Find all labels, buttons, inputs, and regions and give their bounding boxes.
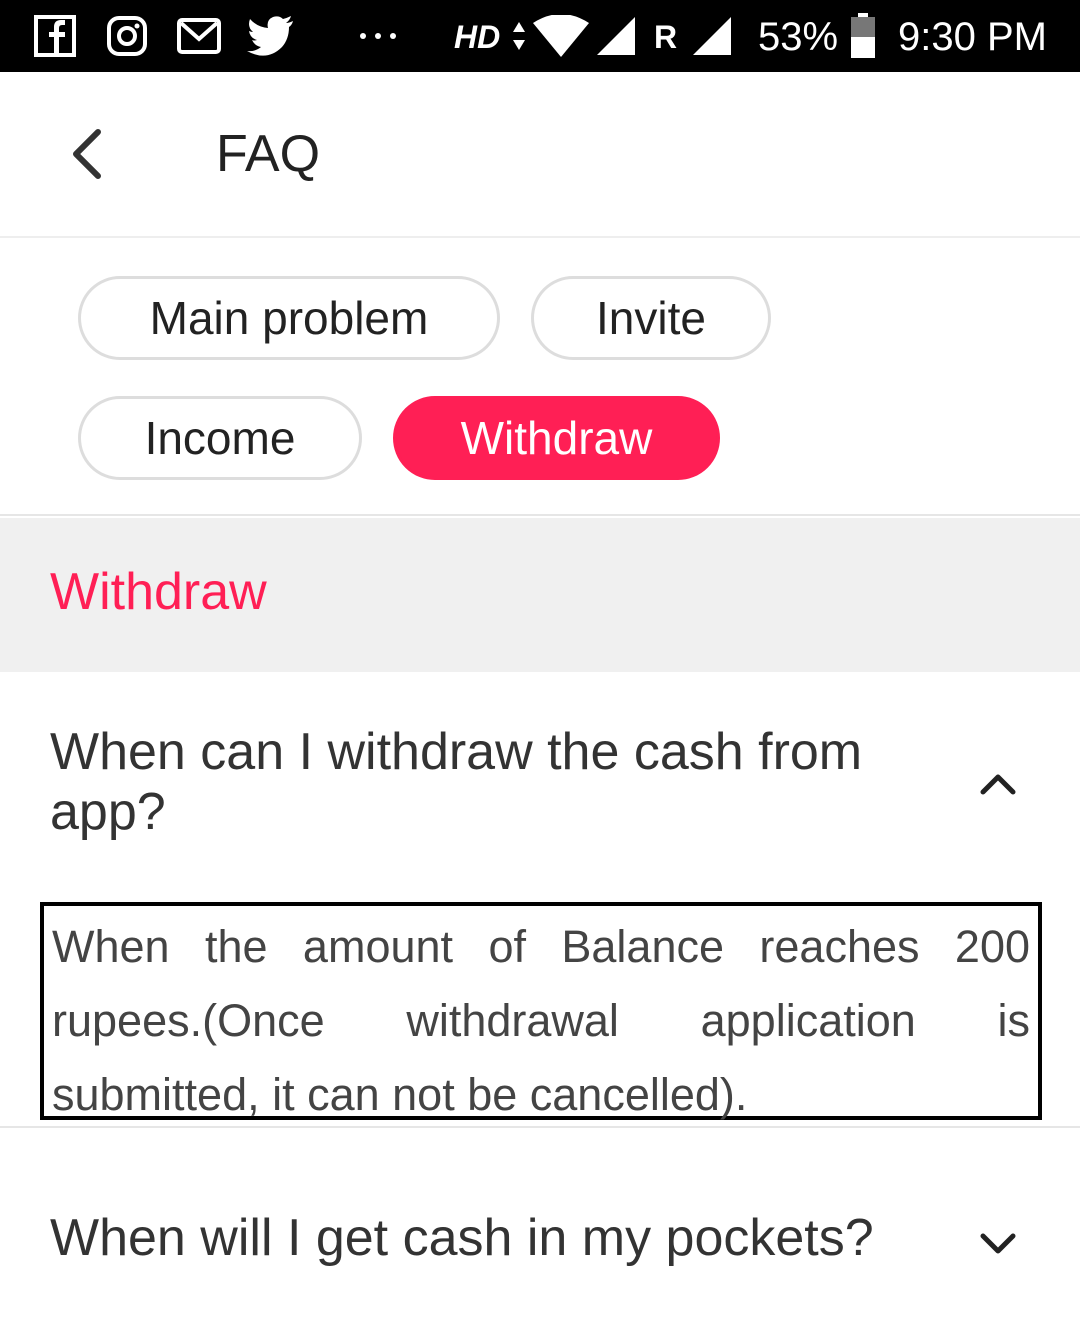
status-bar: HD R 53% 9:30 PM (0, 0, 1080, 72)
twitter-icon (246, 14, 296, 58)
roaming-indicator: R (654, 19, 678, 55)
chevron-left-icon (70, 128, 102, 185)
gmail-icon (176, 14, 222, 58)
faq-answer-box: When the amount of Balance reaches 200 r… (40, 902, 1042, 1120)
signal-icon (690, 14, 734, 58)
chip-income[interactable]: Income (78, 396, 362, 480)
faq-question[interactable]: When will I get cash in my pockets? (50, 1208, 950, 1268)
data-arrows-icon (510, 14, 528, 58)
hd-indicator: HD (454, 19, 501, 55)
divider (0, 1126, 1080, 1128)
faq-question[interactable]: When can I withdraw the cash from app? (50, 722, 930, 842)
page-title: FAQ (216, 125, 321, 183)
chip-withdraw[interactable]: Withdraw (393, 396, 720, 480)
instagram-icon (104, 14, 150, 58)
back-button[interactable] (56, 122, 116, 190)
faq-answer: When the amount of Balance reaches 200 r… (52, 921, 1030, 1120)
clock: 9:30 PM (898, 15, 1047, 59)
category-chips: Main problem Invite Income Withdraw (0, 240, 1080, 516)
battery-percent: 53% (758, 15, 839, 59)
chevron-up-icon[interactable] (976, 762, 1020, 806)
chip-main-problem[interactable]: Main problem (78, 276, 500, 360)
wifi-icon (532, 14, 590, 58)
battery-icon (848, 13, 878, 58)
section-title: Withdraw (50, 563, 267, 621)
more-dots-icon (358, 14, 398, 58)
facebook-icon (32, 14, 78, 58)
section-header: Withdraw (0, 518, 1080, 672)
signal-icon (594, 14, 638, 58)
chip-invite[interactable]: Invite (531, 276, 771, 360)
app-bar: FAQ (0, 72, 1080, 238)
chevron-down-icon[interactable] (976, 1222, 1020, 1266)
